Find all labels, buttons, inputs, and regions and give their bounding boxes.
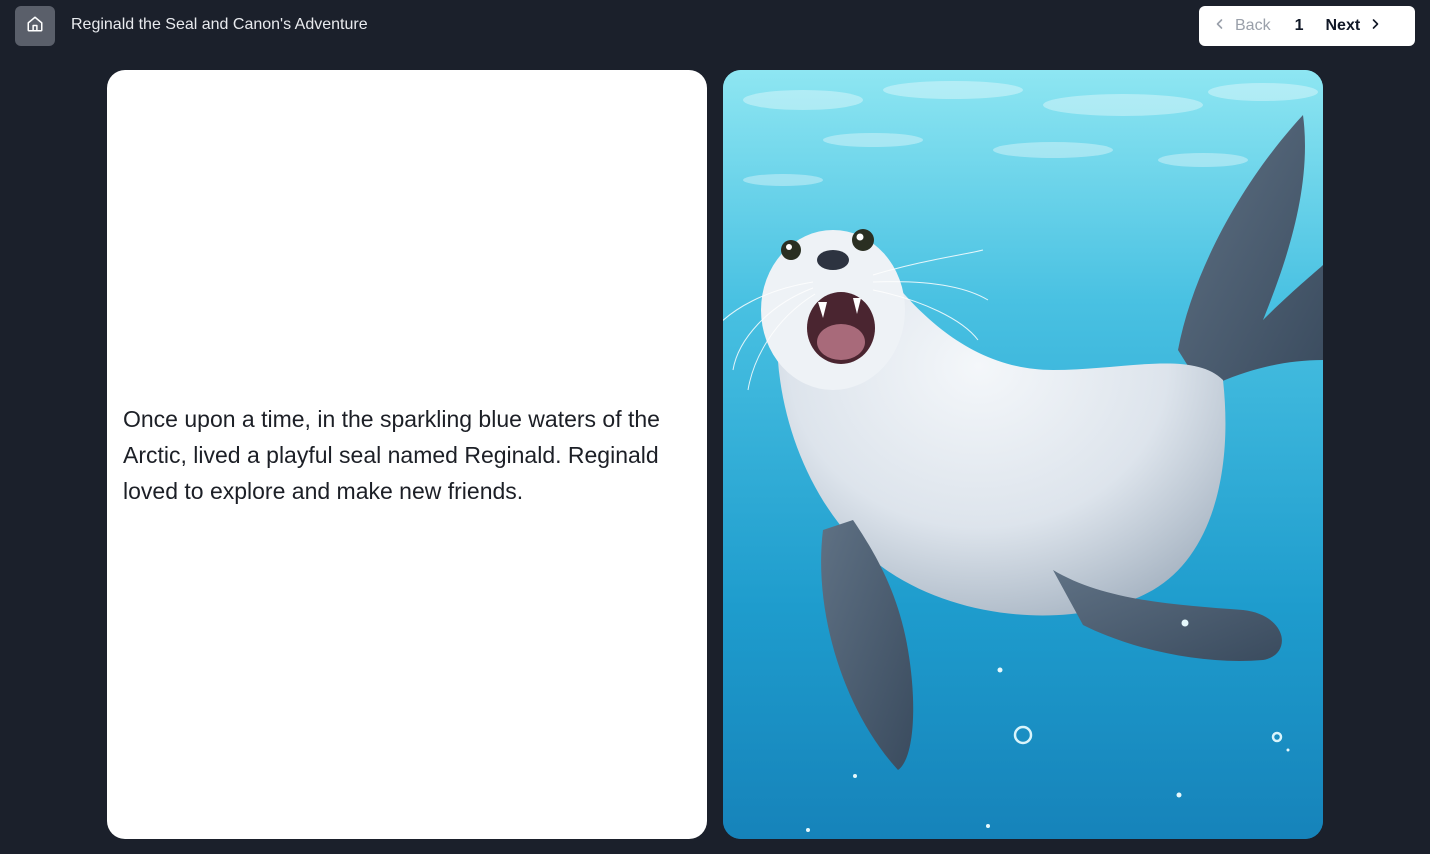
chevron-right-icon — [1370, 17, 1380, 35]
seal-illustration — [723, 70, 1323, 839]
back-button[interactable]: Back — [1215, 17, 1271, 35]
story-text: Once upon a time, in the sparkling blue … — [123, 405, 660, 504]
home-icon — [26, 15, 44, 38]
page-navigation: Back 1 Next — [1199, 6, 1415, 46]
page-number: 1 — [1294, 17, 1304, 34]
story-illustration — [723, 70, 1323, 839]
story-text-page: Once upon a time, in the sparkling blue … — [107, 70, 707, 839]
home-button[interactable] — [15, 6, 55, 46]
next-button[interactable]: Next — [1325, 17, 1380, 35]
back-label: Back — [1235, 17, 1271, 34]
top-bar: Reginald the Seal and Canon's Adventure … — [0, 0, 1430, 54]
next-label: Next — [1325, 17, 1361, 34]
chevron-left-icon — [1215, 17, 1225, 35]
book-title: Reginald the Seal and Canon's Adventure — [71, 16, 368, 33]
